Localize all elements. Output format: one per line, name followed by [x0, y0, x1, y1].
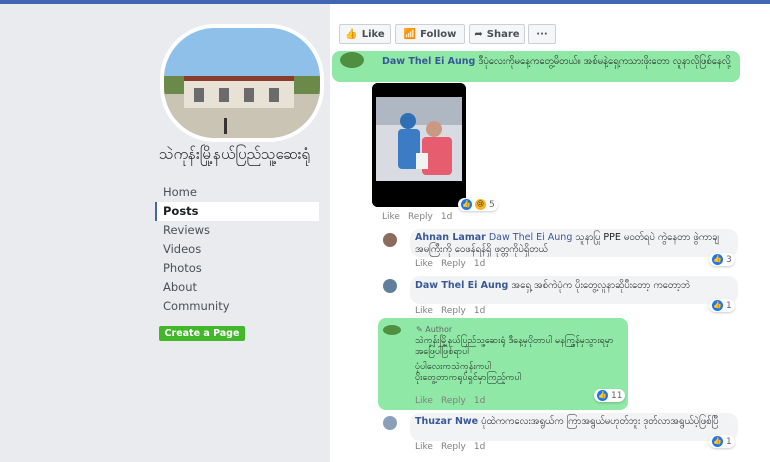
mention-link[interactable]: Daw Thel Ei Aung — [489, 232, 573, 243]
page-nav: Home Posts Reviews Videos Photos About C… — [155, 183, 319, 316]
reactions-badge[interactable]: 👍 😢 5 — [458, 198, 498, 211]
nav-about[interactable]: About — [155, 278, 319, 297]
reply-link[interactable]: Reply — [408, 212, 433, 222]
nav-reviews[interactable]: Reviews — [155, 221, 319, 240]
comment-meta: Like Reply 1d — [382, 212, 460, 222]
timestamp: 1d — [440, 212, 453, 222]
comment-text: Daw Thel Ei Aung ဒီပုံလေးကိုမနေ့ကတွေ့မိတ… — [382, 56, 731, 67]
reactions-badge[interactable]: 👍 11 — [594, 389, 626, 402]
like-reaction-icon: 👍 — [712, 300, 723, 311]
comment-text: Thuzar Nwe ပုံထဲကကလေးအရွယ်က ကြာအရွယ်မဟုတ… — [415, 416, 719, 427]
sad-reaction-icon: 😢 — [475, 199, 486, 210]
nurse-photo — [372, 83, 466, 207]
like-link[interactable]: Like — [415, 442, 433, 452]
like-link[interactable]: Like — [382, 212, 400, 222]
avatar[interactable] — [383, 325, 401, 335]
create-page-button[interactable]: Create a Page — [159, 326, 245, 341]
thumbs-up-icon: 👍 — [345, 28, 358, 40]
like-reaction-icon: 👍 — [712, 254, 723, 265]
comment-author[interactable]: Thuzar Nwe — [415, 416, 478, 427]
hospital-photo — [164, 28, 320, 138]
comment-text: သဲကုန်းမြို့နယ်ပြည်သူ့ဆေးရုံ ဒီနေ့မှပိုတ… — [415, 336, 614, 383]
like-link[interactable]: Like — [415, 259, 433, 269]
nav-posts[interactable]: Posts — [155, 202, 319, 221]
like-reaction-icon: 👍 — [597, 390, 608, 401]
timestamp: 1d — [473, 259, 486, 269]
avatar[interactable] — [383, 279, 397, 293]
comment-meta: Like Reply 1d — [415, 259, 493, 269]
timestamp: 1d — [473, 306, 486, 316]
reactions-badge[interactable]: 👍 1 — [709, 299, 735, 312]
comment-author[interactable]: Daw Thel Ei Aung — [382, 56, 475, 67]
avatar[interactable] — [383, 233, 397, 247]
reply-link[interactable]: Reply — [441, 396, 466, 406]
like-reaction-icon: 👍 — [712, 436, 723, 447]
timestamp: 1d — [473, 442, 486, 452]
comment-photo[interactable] — [372, 83, 466, 207]
more-button[interactable]: ··· — [528, 24, 556, 44]
avatar[interactable] — [340, 52, 364, 68]
nav-videos[interactable]: Videos — [155, 240, 319, 259]
share-button[interactable]: ➦ Share — [469, 24, 525, 44]
like-reaction-icon: 👍 — [461, 199, 472, 210]
comment-meta: Like Reply 1d — [415, 442, 493, 452]
follow-icon: 📶 — [403, 28, 417, 40]
avatar[interactable] — [383, 416, 397, 430]
timestamp: 1d — [473, 396, 486, 406]
like-link[interactable]: Like — [415, 396, 433, 406]
follow-button[interactable]: 📶 Follow — [395, 24, 465, 44]
like-link[interactable]: Like — [415, 306, 433, 316]
comment-text: Daw Thel Ei Aung အရှေ့ အစ်ကဲပုံက ပိုးတွေ… — [415, 280, 691, 291]
share-icon: ➦ — [474, 28, 483, 40]
comment-meta: Like Reply 1d — [415, 396, 493, 406]
reply-link[interactable]: Reply — [441, 442, 466, 452]
pencil-icon: ✎ — [416, 325, 423, 334]
reply-link[interactable]: Reply — [441, 259, 466, 269]
comment-author[interactable]: Daw Thel Ei Aung — [415, 280, 508, 291]
reactions-badge[interactable]: 👍 1 — [709, 435, 735, 448]
reactions-badge[interactable]: 👍 3 — [709, 253, 735, 266]
like-button[interactable]: 👍 Like — [339, 24, 391, 44]
nav-home[interactable]: Home — [155, 183, 319, 202]
comment-author[interactable]: Ahnan Lamar — [415, 232, 486, 243]
nav-photos[interactable]: Photos — [155, 259, 319, 278]
reply-link[interactable]: Reply — [441, 306, 466, 316]
author-badge: ✎ Author — [416, 325, 453, 334]
comment-text: Ahnan Lamar Daw Thel Ei Aung သူနာပြု PPE… — [415, 232, 719, 255]
page-title[interactable]: သဲကုန်းမြို့နယ်ပြည်သူ့ဆေးရုံ — [159, 144, 329, 164]
nav-community[interactable]: Community — [155, 297, 319, 316]
page-avatar[interactable] — [160, 24, 324, 142]
comment-meta: Like Reply 1d — [415, 306, 493, 316]
